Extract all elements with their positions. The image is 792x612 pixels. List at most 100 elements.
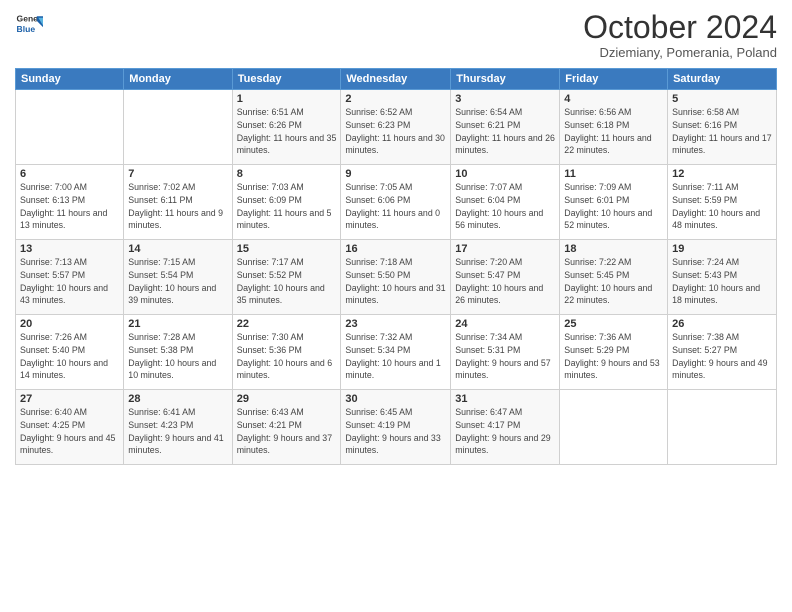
day-info: Sunrise: 6:41 AMSunset: 4:23 PMDaylight:… [128, 406, 227, 457]
day-info: Sunrise: 7:26 AMSunset: 5:40 PMDaylight:… [20, 331, 119, 382]
day-number: 5 [672, 93, 772, 105]
calendar-cell: 11Sunrise: 7:09 AMSunset: 6:01 PMDayligh… [560, 165, 668, 240]
calendar-cell: 27Sunrise: 6:40 AMSunset: 4:25 PMDayligh… [16, 390, 124, 465]
day-info: Sunrise: 7:09 AMSunset: 6:01 PMDaylight:… [564, 181, 663, 232]
day-info: Sunrise: 6:51 AMSunset: 6:26 PMDaylight:… [237, 106, 337, 157]
day-number: 13 [20, 243, 119, 255]
calendar-cell: 18Sunrise: 7:22 AMSunset: 5:45 PMDayligh… [560, 240, 668, 315]
calendar-cell: 3Sunrise: 6:54 AMSunset: 6:21 PMDaylight… [451, 90, 560, 165]
calendar-cell: 1Sunrise: 6:51 AMSunset: 6:26 PMDaylight… [232, 90, 341, 165]
day-info: Sunrise: 7:00 AMSunset: 6:13 PMDaylight:… [20, 181, 119, 232]
header: General Blue October 2024 Dziemiany, Pom… [15, 10, 777, 60]
calendar-cell: 26Sunrise: 7:38 AMSunset: 5:27 PMDayligh… [668, 315, 777, 390]
calendar-cell: 24Sunrise: 7:34 AMSunset: 5:31 PMDayligh… [451, 315, 560, 390]
day-info: Sunrise: 6:58 AMSunset: 6:16 PMDaylight:… [672, 106, 772, 157]
month-title: October 2024 [583, 10, 777, 45]
day-info: Sunrise: 7:03 AMSunset: 6:09 PMDaylight:… [237, 181, 337, 232]
day-number: 17 [455, 243, 555, 255]
day-number: 8 [237, 168, 337, 180]
calendar-cell: 8Sunrise: 7:03 AMSunset: 6:09 PMDaylight… [232, 165, 341, 240]
calendar-cell: 30Sunrise: 6:45 AMSunset: 4:19 PMDayligh… [341, 390, 451, 465]
weekday-header: Sunday [16, 69, 124, 90]
calendar-cell: 20Sunrise: 7:26 AMSunset: 5:40 PMDayligh… [16, 315, 124, 390]
calendar-cell: 15Sunrise: 7:17 AMSunset: 5:52 PMDayligh… [232, 240, 341, 315]
day-info: Sunrise: 6:52 AMSunset: 6:23 PMDaylight:… [345, 106, 446, 157]
calendar-cell [560, 390, 668, 465]
day-number: 30 [345, 393, 446, 405]
calendar-cell: 31Sunrise: 6:47 AMSunset: 4:17 PMDayligh… [451, 390, 560, 465]
logo-icon: General Blue [15, 10, 43, 38]
day-info: Sunrise: 7:15 AMSunset: 5:54 PMDaylight:… [128, 256, 227, 307]
day-number: 3 [455, 93, 555, 105]
day-info: Sunrise: 7:02 AMSunset: 6:11 PMDaylight:… [128, 181, 227, 232]
day-number: 11 [564, 168, 663, 180]
day-number: 16 [345, 243, 446, 255]
weekday-header: Saturday [668, 69, 777, 90]
calendar-cell: 14Sunrise: 7:15 AMSunset: 5:54 PMDayligh… [124, 240, 232, 315]
calendar-cell: 19Sunrise: 7:24 AMSunset: 5:43 PMDayligh… [668, 240, 777, 315]
calendar-week-row: 6Sunrise: 7:00 AMSunset: 6:13 PMDaylight… [16, 165, 777, 240]
calendar-cell [16, 90, 124, 165]
calendar-cell: 9Sunrise: 7:05 AMSunset: 6:06 PMDaylight… [341, 165, 451, 240]
day-info: Sunrise: 6:47 AMSunset: 4:17 PMDaylight:… [455, 406, 555, 457]
day-info: Sunrise: 7:34 AMSunset: 5:31 PMDaylight:… [455, 331, 555, 382]
day-number: 4 [564, 93, 663, 105]
calendar-cell: 4Sunrise: 6:56 AMSunset: 6:18 PMDaylight… [560, 90, 668, 165]
day-info: Sunrise: 6:56 AMSunset: 6:18 PMDaylight:… [564, 106, 663, 157]
logo: General Blue [15, 10, 43, 38]
calendar-cell [124, 90, 232, 165]
weekday-header: Wednesday [341, 69, 451, 90]
calendar-cell: 2Sunrise: 6:52 AMSunset: 6:23 PMDaylight… [341, 90, 451, 165]
day-number: 10 [455, 168, 555, 180]
day-info: Sunrise: 7:30 AMSunset: 5:36 PMDaylight:… [237, 331, 337, 382]
day-info: Sunrise: 7:13 AMSunset: 5:57 PMDaylight:… [20, 256, 119, 307]
calendar-cell: 13Sunrise: 7:13 AMSunset: 5:57 PMDayligh… [16, 240, 124, 315]
calendar-cell: 29Sunrise: 6:43 AMSunset: 4:21 PMDayligh… [232, 390, 341, 465]
page: General Blue October 2024 Dziemiany, Pom… [0, 0, 792, 612]
calendar-cell: 7Sunrise: 7:02 AMSunset: 6:11 PMDaylight… [124, 165, 232, 240]
day-number: 25 [564, 318, 663, 330]
day-number: 26 [672, 318, 772, 330]
day-number: 14 [128, 243, 227, 255]
calendar-cell: 12Sunrise: 7:11 AMSunset: 5:59 PMDayligh… [668, 165, 777, 240]
day-number: 12 [672, 168, 772, 180]
day-info: Sunrise: 7:22 AMSunset: 5:45 PMDaylight:… [564, 256, 663, 307]
day-info: Sunrise: 7:20 AMSunset: 5:47 PMDaylight:… [455, 256, 555, 307]
calendar-cell: 28Sunrise: 6:41 AMSunset: 4:23 PMDayligh… [124, 390, 232, 465]
day-number: 27 [20, 393, 119, 405]
day-number: 19 [672, 243, 772, 255]
day-info: Sunrise: 7:32 AMSunset: 5:34 PMDaylight:… [345, 331, 446, 382]
day-info: Sunrise: 7:07 AMSunset: 6:04 PMDaylight:… [455, 181, 555, 232]
calendar-header-row: SundayMondayTuesdayWednesdayThursdayFrid… [16, 69, 777, 90]
day-number: 21 [128, 318, 227, 330]
day-info: Sunrise: 6:43 AMSunset: 4:21 PMDaylight:… [237, 406, 337, 457]
day-number: 9 [345, 168, 446, 180]
weekday-header: Friday [560, 69, 668, 90]
calendar-cell: 16Sunrise: 7:18 AMSunset: 5:50 PMDayligh… [341, 240, 451, 315]
day-info: Sunrise: 6:54 AMSunset: 6:21 PMDaylight:… [455, 106, 555, 157]
weekday-header: Thursday [451, 69, 560, 90]
calendar-cell: 10Sunrise: 7:07 AMSunset: 6:04 PMDayligh… [451, 165, 560, 240]
day-number: 18 [564, 243, 663, 255]
calendar-cell: 23Sunrise: 7:32 AMSunset: 5:34 PMDayligh… [341, 315, 451, 390]
day-info: Sunrise: 7:11 AMSunset: 5:59 PMDaylight:… [672, 181, 772, 232]
calendar-week-row: 1Sunrise: 6:51 AMSunset: 6:26 PMDaylight… [16, 90, 777, 165]
day-number: 29 [237, 393, 337, 405]
day-info: Sunrise: 7:17 AMSunset: 5:52 PMDaylight:… [237, 256, 337, 307]
calendar-cell: 6Sunrise: 7:00 AMSunset: 6:13 PMDaylight… [16, 165, 124, 240]
day-number: 1 [237, 93, 337, 105]
calendar-cell: 17Sunrise: 7:20 AMSunset: 5:47 PMDayligh… [451, 240, 560, 315]
day-number: 23 [345, 318, 446, 330]
title-block: October 2024 Dziemiany, Pomerania, Polan… [583, 10, 777, 60]
calendar-week-row: 20Sunrise: 7:26 AMSunset: 5:40 PMDayligh… [16, 315, 777, 390]
day-info: Sunrise: 7:36 AMSunset: 5:29 PMDaylight:… [564, 331, 663, 382]
day-number: 28 [128, 393, 227, 405]
day-number: 2 [345, 93, 446, 105]
day-info: Sunrise: 6:40 AMSunset: 4:25 PMDaylight:… [20, 406, 119, 457]
weekday-header: Tuesday [232, 69, 341, 90]
day-number: 20 [20, 318, 119, 330]
location-subtitle: Dziemiany, Pomerania, Poland [583, 45, 777, 60]
calendar-cell: 5Sunrise: 6:58 AMSunset: 6:16 PMDaylight… [668, 90, 777, 165]
day-number: 15 [237, 243, 337, 255]
calendar-cell: 22Sunrise: 7:30 AMSunset: 5:36 PMDayligh… [232, 315, 341, 390]
